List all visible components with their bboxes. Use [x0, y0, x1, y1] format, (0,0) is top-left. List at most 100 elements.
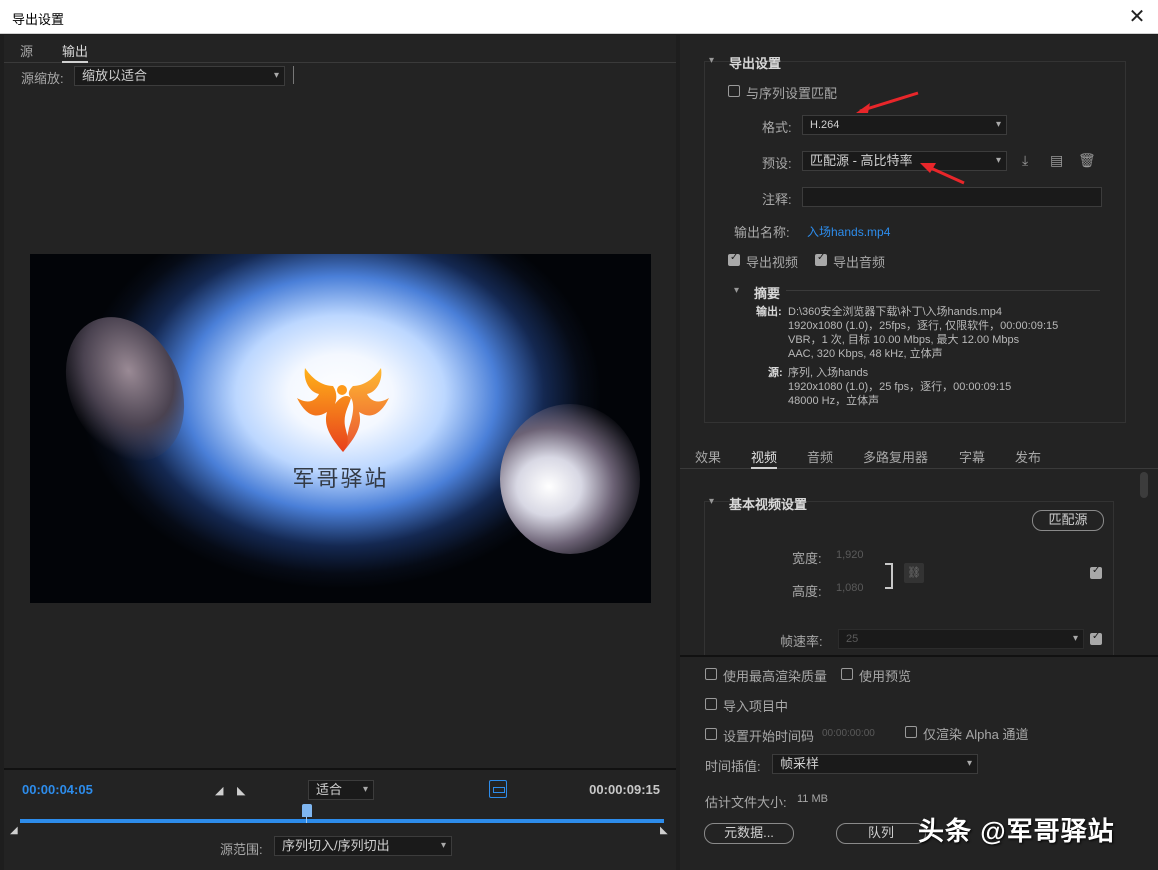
window-titlebar: 导出设置 ✕ [0, 0, 1158, 34]
tab-effects[interactable]: 效果 [695, 447, 721, 466]
export-audio-checkbox[interactable] [815, 252, 827, 266]
window-title: 导出设置 [12, 12, 65, 27]
out-point-marker-icon[interactable]: ◣ [660, 825, 668, 836]
match-size-checkbox[interactable] [1090, 565, 1102, 579]
file-size-label: 估计文件大小: [705, 795, 787, 810]
set-start-timecode-checkbox[interactable] [705, 728, 717, 740]
chevron-down-icon: ▾ [995, 155, 1001, 166]
file-size-value: 11 MB [797, 793, 828, 805]
source-range-label: 源范围: [220, 842, 263, 857]
chevron-down-icon[interactable]: ▾ [709, 496, 714, 507]
current-timecode[interactable]: 00:00:04:05 [22, 782, 93, 797]
tab-video[interactable]: 视频 [751, 447, 778, 469]
width-value[interactable]: 1,920 [836, 549, 864, 561]
format-dropdown[interactable]: H.264 ▾ [802, 115, 1007, 135]
trash-icon[interactable]: 🗑 [1078, 152, 1096, 169]
import-into-project-checkbox[interactable] [705, 698, 717, 710]
match-sequence-checkbox[interactable] [728, 85, 740, 97]
chevron-down-icon[interactable]: ▾ [734, 285, 739, 296]
tab-audio[interactable]: 音频 [807, 447, 833, 466]
queue-button[interactable]: 队列 [836, 823, 926, 844]
height-label: 高度: [792, 584, 822, 599]
max-render-quality-checkbox[interactable] [705, 668, 717, 680]
scrollbar-thumb[interactable] [1140, 472, 1148, 498]
chevron-down-icon: ▾ [995, 119, 1001, 130]
chevron-down-icon: ▾ [966, 758, 972, 769]
export-audio-label: 导出音频 [833, 255, 886, 270]
source-zoom-value: 缩放以适合 [82, 68, 148, 83]
format-label: 格式: [762, 120, 792, 135]
match-source-button[interactable]: 匹配源 [1032, 510, 1104, 531]
summary-output-line: D:\360安全浏览器下载\补丁\入场hands.mp4 [788, 306, 1002, 318]
timeline-bar: 00:00:04:05 ◢ ◣ 适合 ▾ 00:00:09:15 ◢ ◣ 源范围… [4, 768, 676, 870]
chain-link-icon[interactable]: ⛓ [904, 563, 924, 583]
tab-output[interactable]: 输出 [62, 41, 89, 63]
summary-output-text: D:\360安全浏览器下载\补丁\入场hands.mp4 1920x1080 (… [788, 305, 1058, 361]
comment-input[interactable] [802, 187, 1102, 207]
annotation-arrow-icon [856, 91, 919, 113]
aspect-fit-icon[interactable] [489, 780, 507, 798]
chevron-down-icon: ▾ [362, 784, 368, 795]
source-range-value: 序列切入/序列切出 [282, 838, 390, 853]
divider [786, 290, 1100, 291]
summary-source-line: 48000 Hz，立体声 [788, 395, 880, 407]
timeline-track[interactable] [20, 819, 664, 823]
preview-brand-text: 军哥驿站 [292, 466, 389, 491]
match-frame-rate-checkbox[interactable] [1090, 631, 1102, 645]
basic-video-title: 基本视频设置 [729, 497, 808, 512]
chevron-down-icon[interactable]: ▾ [709, 55, 714, 66]
summary-source-label: 源: [768, 367, 783, 379]
use-preview-checkbox[interactable] [841, 668, 853, 680]
source-zoom-label: 源缩放: [21, 71, 64, 86]
close-icon[interactable]: ✕ [1126, 4, 1148, 29]
height-value[interactable]: 1,080 [836, 582, 864, 594]
summary-source-text: 序列, 入场hands 1920x1080 (1.0)，25 fps，逐行，00… [788, 366, 1011, 408]
preset-label: 预设: [762, 156, 792, 171]
tab-captions[interactable]: 字幕 [959, 447, 985, 466]
start-timecode-value[interactable]: 00:00:00:00 [822, 728, 875, 739]
export-video-checkbox[interactable] [728, 252, 740, 266]
source-zoom-dropdown[interactable]: 缩放以适合 ▾ [74, 66, 285, 86]
summary-title: 摘要 [754, 286, 781, 301]
preset-value: 匹配源 - 高比特率 [810, 153, 913, 168]
watermark-text: 头条 @军哥驿站 [918, 816, 1115, 846]
tab-source[interactable]: 源 [20, 41, 33, 60]
set-out-point-icon[interactable]: ◣ [237, 784, 245, 797]
frame-rate-value: 25 [846, 633, 859, 645]
use-preview-label: 使用预览 [859, 669, 912, 684]
import-preset-icon[interactable]: ▤ [1050, 152, 1063, 169]
time-interpolation-dropdown[interactable]: 帧采样 ▾ [772, 754, 978, 774]
playhead-handle[interactable] [301, 804, 312, 823]
time-interpolation-value: 帧采样 [780, 756, 820, 771]
output-name-label: 输出名称: [734, 225, 790, 240]
time-interpolation-label: 时间插值: [705, 759, 761, 774]
tab-publish[interactable]: 发布 [1015, 447, 1041, 466]
metadata-button[interactable]: 元数据... [704, 823, 794, 844]
fit-dropdown[interactable]: 适合 ▾ [308, 780, 374, 800]
source-output-tabs: 源 输出 [4, 35, 676, 63]
preset-dropdown[interactable]: 匹配源 - 高比特率 ▾ [802, 151, 1007, 171]
set-in-point-icon[interactable]: ◢ [215, 784, 223, 797]
phoenix-logo-icon [297, 368, 389, 452]
annotation-arrow-icon [920, 163, 965, 185]
width-label: 宽度: [792, 551, 822, 566]
summary-source-line: 序列, 入场hands [788, 367, 869, 379]
source-range-dropdown[interactable]: 序列切入/序列切出 ▾ [274, 836, 452, 856]
link-bracket [885, 563, 893, 589]
summary-output-label: 输出: [756, 306, 782, 318]
set-start-timecode-label: 设置开始时间码 [723, 729, 815, 744]
end-timecode: 00:00:09:15 [589, 782, 660, 797]
tab-multiplexer[interactable]: 多路复用器 [863, 447, 928, 466]
right-panel: ▾ 导出设置 与序列设置匹配 格式: H.264 ▾ 预设: 匹配源 - 高比特… [680, 35, 1158, 870]
left-hand-image [43, 297, 207, 481]
render-alpha-only-checkbox[interactable] [905, 726, 917, 738]
summary-output-line: AAC, 320 Kbps, 48 kHz, 立体声 [788, 348, 943, 360]
frame-rate-dropdown[interactable]: 25 ▾ [838, 629, 1084, 649]
match-sequence-label: 与序列设置匹配 [746, 86, 838, 101]
fit-value: 适合 [316, 782, 343, 797]
in-point-marker-icon[interactable]: ◢ [10, 825, 18, 836]
output-name-link[interactable]: 入场hands.mp4 [807, 223, 890, 240]
save-preset-icon[interactable]: ⤓ [1022, 152, 1028, 169]
chevron-down-icon: ▾ [1072, 633, 1078, 644]
max-render-quality-label: 使用最高渲染质量 [723, 669, 828, 684]
